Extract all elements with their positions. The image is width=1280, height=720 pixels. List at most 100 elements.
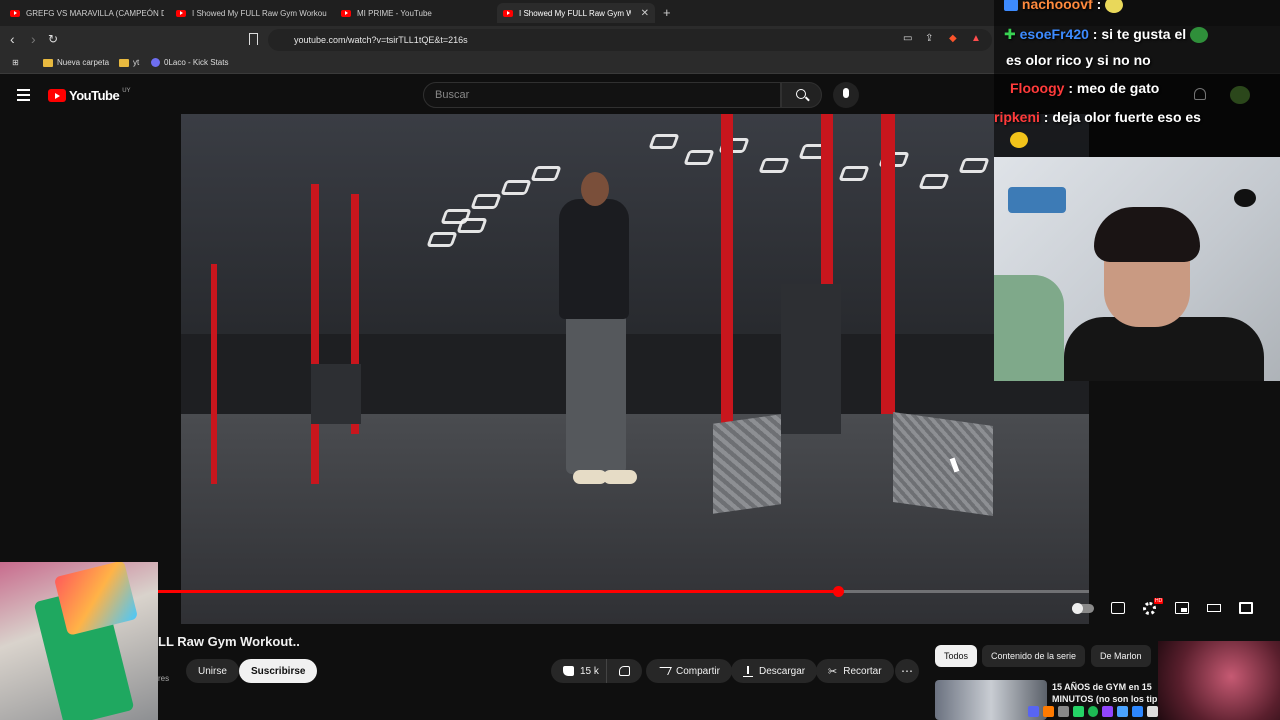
athlete-shoe xyxy=(603,470,637,484)
app-icon[interactable] xyxy=(1057,705,1069,717)
brave-rewards-icon[interactable]: ▲ xyxy=(971,33,981,44)
app-icon[interactable] xyxy=(1042,705,1054,717)
url-field[interactable]: youtube.com/watch?v=tsirTLL1tQE&t=216s xyxy=(268,29,992,51)
subscriber-count: res xyxy=(158,674,170,683)
clip-label: Recortar xyxy=(843,665,882,677)
chat-text: : si te gusta el xyxy=(1092,26,1187,42)
chat-text: : meo de gato xyxy=(1068,80,1160,96)
streamer-webcam xyxy=(994,157,1280,381)
progress-bar[interactable] xyxy=(158,586,1089,597)
tab-title: I Showed My FULL Raw Gym Workou xyxy=(192,8,327,18)
video-player[interactable] xyxy=(181,114,1089,624)
folder-icon xyxy=(119,58,129,67)
like-button[interactable]: 15 k xyxy=(551,659,609,683)
dislike-button[interactable] xyxy=(606,659,642,683)
share-page-icon[interactable]: ⇪ xyxy=(925,33,933,44)
progress-played xyxy=(158,590,838,593)
chat-badge-icon xyxy=(1004,0,1018,12)
hand-camera-overlay xyxy=(0,562,158,720)
subtitles-icon[interactable] xyxy=(1111,602,1125,614)
bookmark-label: Nueva carpeta xyxy=(57,58,110,67)
scrubber-handle[interactable] xyxy=(832,586,844,597)
like-count: 15 k xyxy=(580,665,599,677)
scissors-icon: ✂ xyxy=(828,665,838,678)
bookmark-link[interactable]: 0Laco - Kick Stats xyxy=(151,58,228,67)
search-button[interactable] xyxy=(781,82,822,108)
browser-tab-active[interactable]: I Showed My FULL Raw Gym Wo ✕ xyxy=(497,3,655,23)
chat-badge-icon: ✚ xyxy=(1004,26,1016,42)
weight-stack xyxy=(311,364,361,424)
youtube-favicon-icon xyxy=(503,9,513,17)
athlete-torso xyxy=(559,199,629,319)
bookmark-label: 0Laco - Kick Stats xyxy=(164,58,229,67)
bookmark-folder[interactable]: Nueva carpeta xyxy=(43,58,109,67)
twitch-icon[interactable] xyxy=(1102,705,1114,717)
new-tab-button[interactable]: + xyxy=(663,5,671,20)
chip-from-channel[interactable]: De Marlon xyxy=(1091,645,1151,667)
bookmark-page-icon[interactable] xyxy=(249,33,258,45)
app-icon[interactable] xyxy=(1147,705,1159,717)
miniplayer-icon[interactable] xyxy=(1175,602,1189,614)
gym-rack xyxy=(311,184,319,484)
thumbs-down-icon xyxy=(619,666,630,676)
brave-shield-icon[interactable]: ◆ xyxy=(949,33,957,44)
fullscreen-icon[interactable] xyxy=(1239,602,1253,614)
menu-icon[interactable] xyxy=(17,89,30,101)
chat-message: nachooovf : xyxy=(1004,0,1124,14)
browser-tab[interactable]: MI PRIME - YouTube xyxy=(335,3,495,23)
apps-grid-icon[interactable]: ⊞ xyxy=(12,58,19,67)
streamer-body xyxy=(1064,317,1264,381)
youtube-favicon-icon xyxy=(10,9,20,17)
autoplay-toggle[interactable] xyxy=(1072,603,1094,614)
youtube-favicon-icon xyxy=(176,9,186,17)
forward-button[interactable]: › xyxy=(31,31,36,47)
wall-decoration xyxy=(1008,187,1066,213)
tab-title: GREFG VS MARAVILLA (CAMPEÓN D xyxy=(26,8,164,18)
close-tab-icon[interactable]: ✕ xyxy=(641,8,649,19)
spotify-icon[interactable] xyxy=(1087,705,1099,717)
search-icon xyxy=(796,89,806,99)
secondary-camera-overlay xyxy=(1158,641,1280,720)
chat-username: Flooogy xyxy=(1010,80,1065,96)
chat-message: ripkeni : deja olor fuerte eso es xyxy=(994,109,1201,125)
athlete-shoe xyxy=(573,470,607,484)
youtube-favicon-icon xyxy=(341,9,351,17)
youtube-logo[interactable]: YouTube UY xyxy=(48,88,131,103)
blanket xyxy=(994,275,1064,381)
cast-icon[interactable]: ▭ xyxy=(903,33,912,44)
app-icon[interactable] xyxy=(1117,705,1129,717)
stream-chat-overlay: nachooovf : ✚ esoeFr420 : si te gusta el… xyxy=(994,0,1280,157)
reload-button[interactable]: ↻ xyxy=(48,32,58,46)
search-input[interactable]: Buscar xyxy=(423,82,781,108)
clip-button[interactable]: ✂ Recortar xyxy=(816,659,894,683)
streamer-hair xyxy=(1094,207,1200,262)
diamond-plate xyxy=(713,414,781,514)
chat-username: nachooovf xyxy=(1021,0,1093,12)
whatsapp-icon[interactable] xyxy=(1072,705,1084,717)
download-button[interactable]: Descargar xyxy=(731,659,818,683)
more-actions-button[interactable]: ⋯ xyxy=(895,659,919,683)
share-button[interactable]: Compartir xyxy=(646,659,732,683)
chat-emote-icon xyxy=(1010,132,1028,148)
voice-search-button[interactable] xyxy=(833,82,859,108)
weight-stack xyxy=(781,284,841,434)
bookmark-folder[interactable]: yt xyxy=(119,58,139,67)
thumbs-up-icon xyxy=(563,666,574,676)
back-button[interactable]: ‹ xyxy=(10,31,15,47)
chat-message: Flooogy : meo de gato xyxy=(1010,80,1159,96)
chat-text: es olor rico y si no no xyxy=(1006,52,1151,68)
join-button[interactable]: Unirse xyxy=(186,659,239,683)
steam-icon[interactable] xyxy=(1132,705,1144,717)
tab-title: I Showed My FULL Raw Gym Wo xyxy=(519,8,631,18)
chip-all[interactable]: Todos xyxy=(935,645,978,667)
theater-mode-icon[interactable] xyxy=(1207,604,1221,612)
discord-icon[interactable] xyxy=(1028,705,1039,717)
chip-series[interactable]: Contenido de la serie xyxy=(982,645,1086,667)
browser-tab[interactable]: GREFG VS MARAVILLA (CAMPEÓN D xyxy=(4,3,164,23)
chat-message: es olor rico y si no no xyxy=(1006,52,1151,68)
subscribe-button[interactable]: Suscribirse xyxy=(239,659,318,683)
site-favicon-icon xyxy=(151,58,160,67)
gym-rack xyxy=(881,114,895,414)
browser-tab[interactable]: I Showed My FULL Raw Gym Workou xyxy=(170,3,330,23)
bookmark-label: yt xyxy=(133,58,140,67)
